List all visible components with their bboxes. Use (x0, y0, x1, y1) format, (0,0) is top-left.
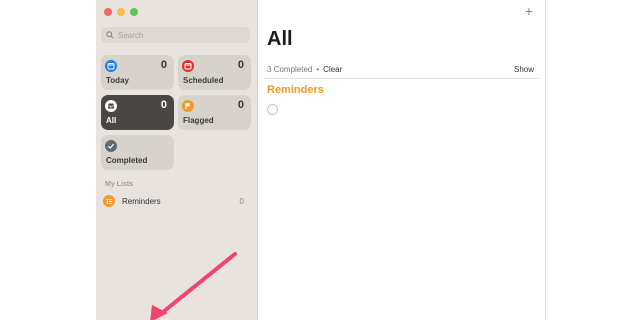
annotation-arrow (150, 252, 237, 320)
